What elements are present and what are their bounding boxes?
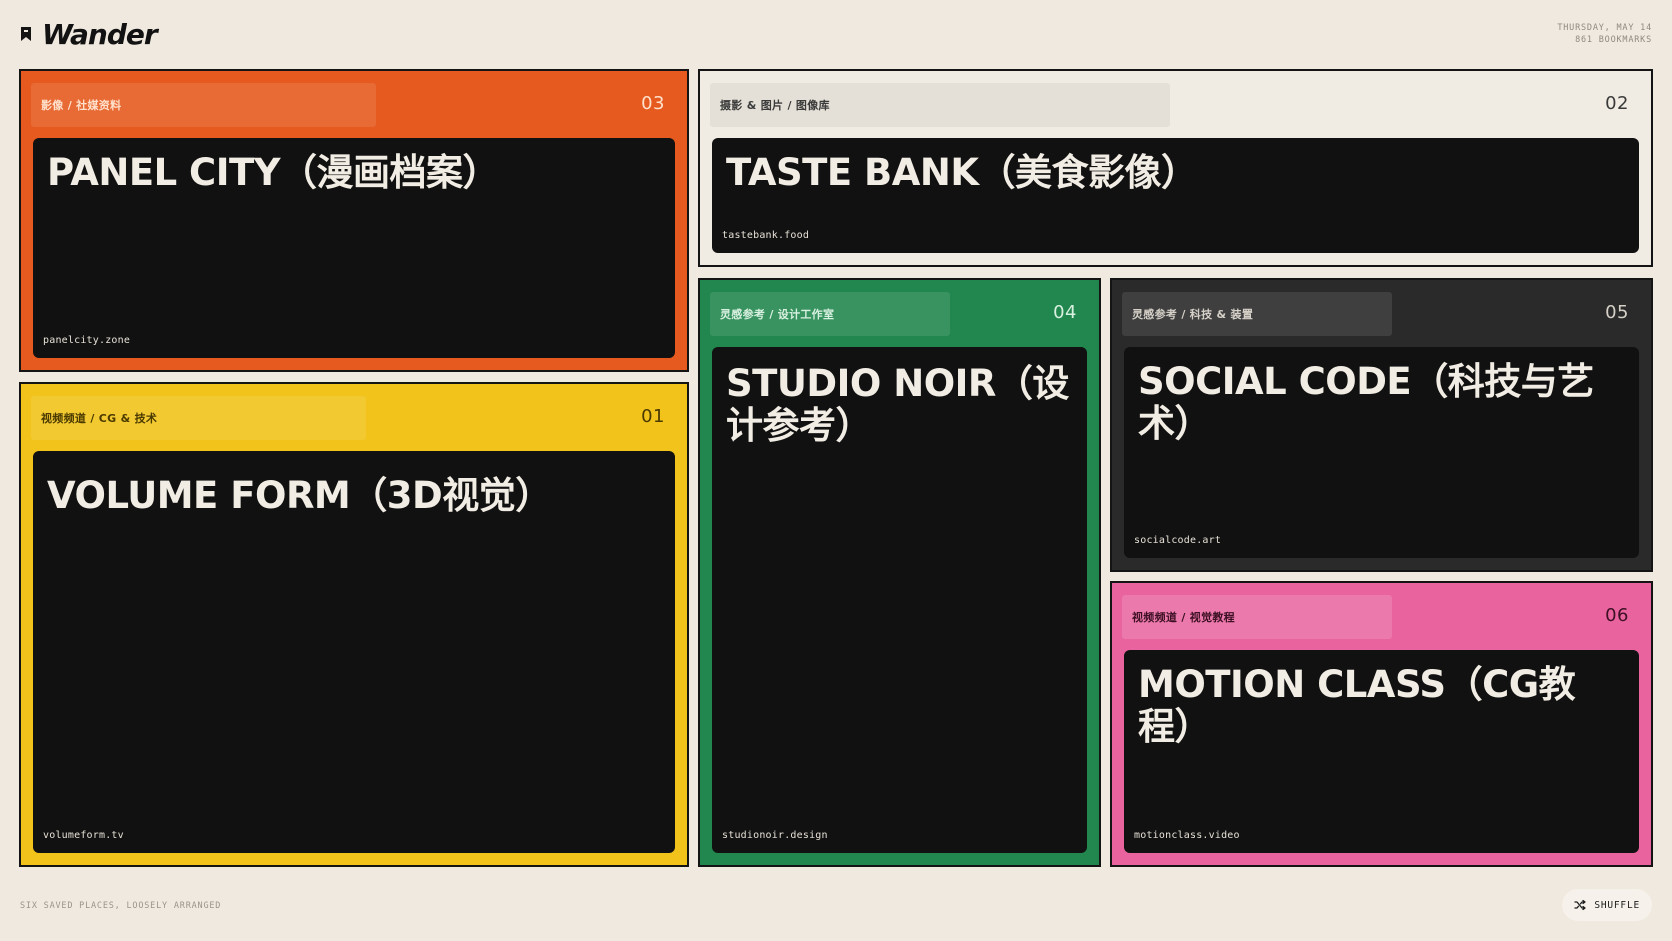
card-title: MOTION CLASS（CG教程）	[1138, 663, 1576, 748]
card-preview[interactable]: STUDIO NOIR（设计参考） studionoir.design	[712, 347, 1087, 853]
card-number: 02	[1605, 93, 1629, 114]
card-preview[interactable]: SOCIAL CODE（科技与艺术） socialcode.art	[1124, 347, 1639, 558]
bookmark-count: 861 BOOKMARKS	[1575, 35, 1652, 45]
card-tags: 灵感参考 / 设计工作室	[720, 308, 835, 321]
bookmark-card-social-code[interactable]: 灵感参考 / 科技 & 装置 05 SOCIAL CODE（科技与艺术） soc…	[1110, 278, 1653, 572]
shuffle-label: SHUFFLE	[1594, 899, 1640, 911]
bookmark-card-volume-form[interactable]: 视频频道 / CG & 技术 01 VOLUME FORM（3D视觉） volu…	[19, 382, 689, 867]
card-number: 05	[1605, 302, 1629, 323]
footer-note: SIX SAVED PLACES, LOOSELY ARRANGED	[20, 901, 222, 911]
shuffle-icon	[1574, 899, 1587, 911]
card-tags: 视频频道 / CG & 技术	[41, 412, 158, 425]
card-domain[interactable]: panelcity.zone	[43, 335, 130, 346]
card-number: 03	[641, 93, 665, 114]
card-preview[interactable]: MOTION CLASS（CG教程） motionclass.video	[1124, 650, 1639, 853]
card-title: STUDIO NOIR（设计参考）	[726, 362, 1069, 447]
card-domain[interactable]: tastebank.food	[722, 230, 809, 241]
bookmark-card-studio-noir[interactable]: 灵感参考 / 设计工作室 04 STUDIO NOIR（设计参考） studio…	[698, 278, 1101, 867]
card-title: PANEL CITY（漫画档案）	[47, 151, 500, 194]
bookmark-card-motion-class[interactable]: 视频频道 / 视觉教程 06 MOTION CLASS（CG教程） motion…	[1110, 581, 1653, 867]
card-title: VOLUME FORM（3D视觉）	[47, 474, 552, 517]
card-domain[interactable]: studionoir.design	[722, 830, 828, 841]
card-tags: 影像 / 社媒资料	[41, 99, 122, 112]
current-date: THURSDAY, MAY 14	[1557, 23, 1652, 33]
app-logo[interactable]: Wander	[42, 18, 158, 51]
card-tags: 灵感参考 / 科技 & 装置	[1132, 308, 1254, 321]
card-title: SOCIAL CODE（科技与艺术）	[1138, 360, 1594, 445]
card-preview[interactable]: VOLUME FORM（3D视觉） volumeform.tv	[33, 451, 675, 853]
bookmark-icon	[21, 27, 31, 41]
bookmark-card-panel-city[interactable]: 影像 / 社媒资料 03 PANEL CITY（漫画档案） panelcity.…	[19, 69, 689, 372]
card-title: TASTE BANK（美食影像）	[726, 151, 1198, 194]
card-domain[interactable]: volumeform.tv	[43, 830, 124, 841]
header-meta: THURSDAY, MAY 14 861 BOOKMARKS	[1557, 22, 1652, 46]
shuffle-button[interactable]: SHUFFLE	[1562, 889, 1652, 921]
bookmark-card-taste-bank[interactable]: 摄影 & 图片 / 图像库 02 TASTE BANK（美食影像） tasteb…	[698, 69, 1653, 267]
card-domain[interactable]: socialcode.art	[1134, 535, 1221, 546]
app-header: Wander	[20, 16, 158, 52]
card-number: 04	[1053, 302, 1077, 323]
card-tags: 视频频道 / 视觉教程	[1132, 611, 1235, 624]
card-tags: 摄影 & 图片 / 图像库	[720, 99, 830, 112]
card-number: 01	[641, 406, 665, 427]
card-domain[interactable]: motionclass.video	[1134, 830, 1240, 841]
card-number: 06	[1605, 605, 1629, 626]
card-preview[interactable]: TASTE BANK（美食影像） tastebank.food	[712, 138, 1639, 253]
card-preview[interactable]: PANEL CITY（漫画档案） panelcity.zone	[33, 138, 675, 358]
